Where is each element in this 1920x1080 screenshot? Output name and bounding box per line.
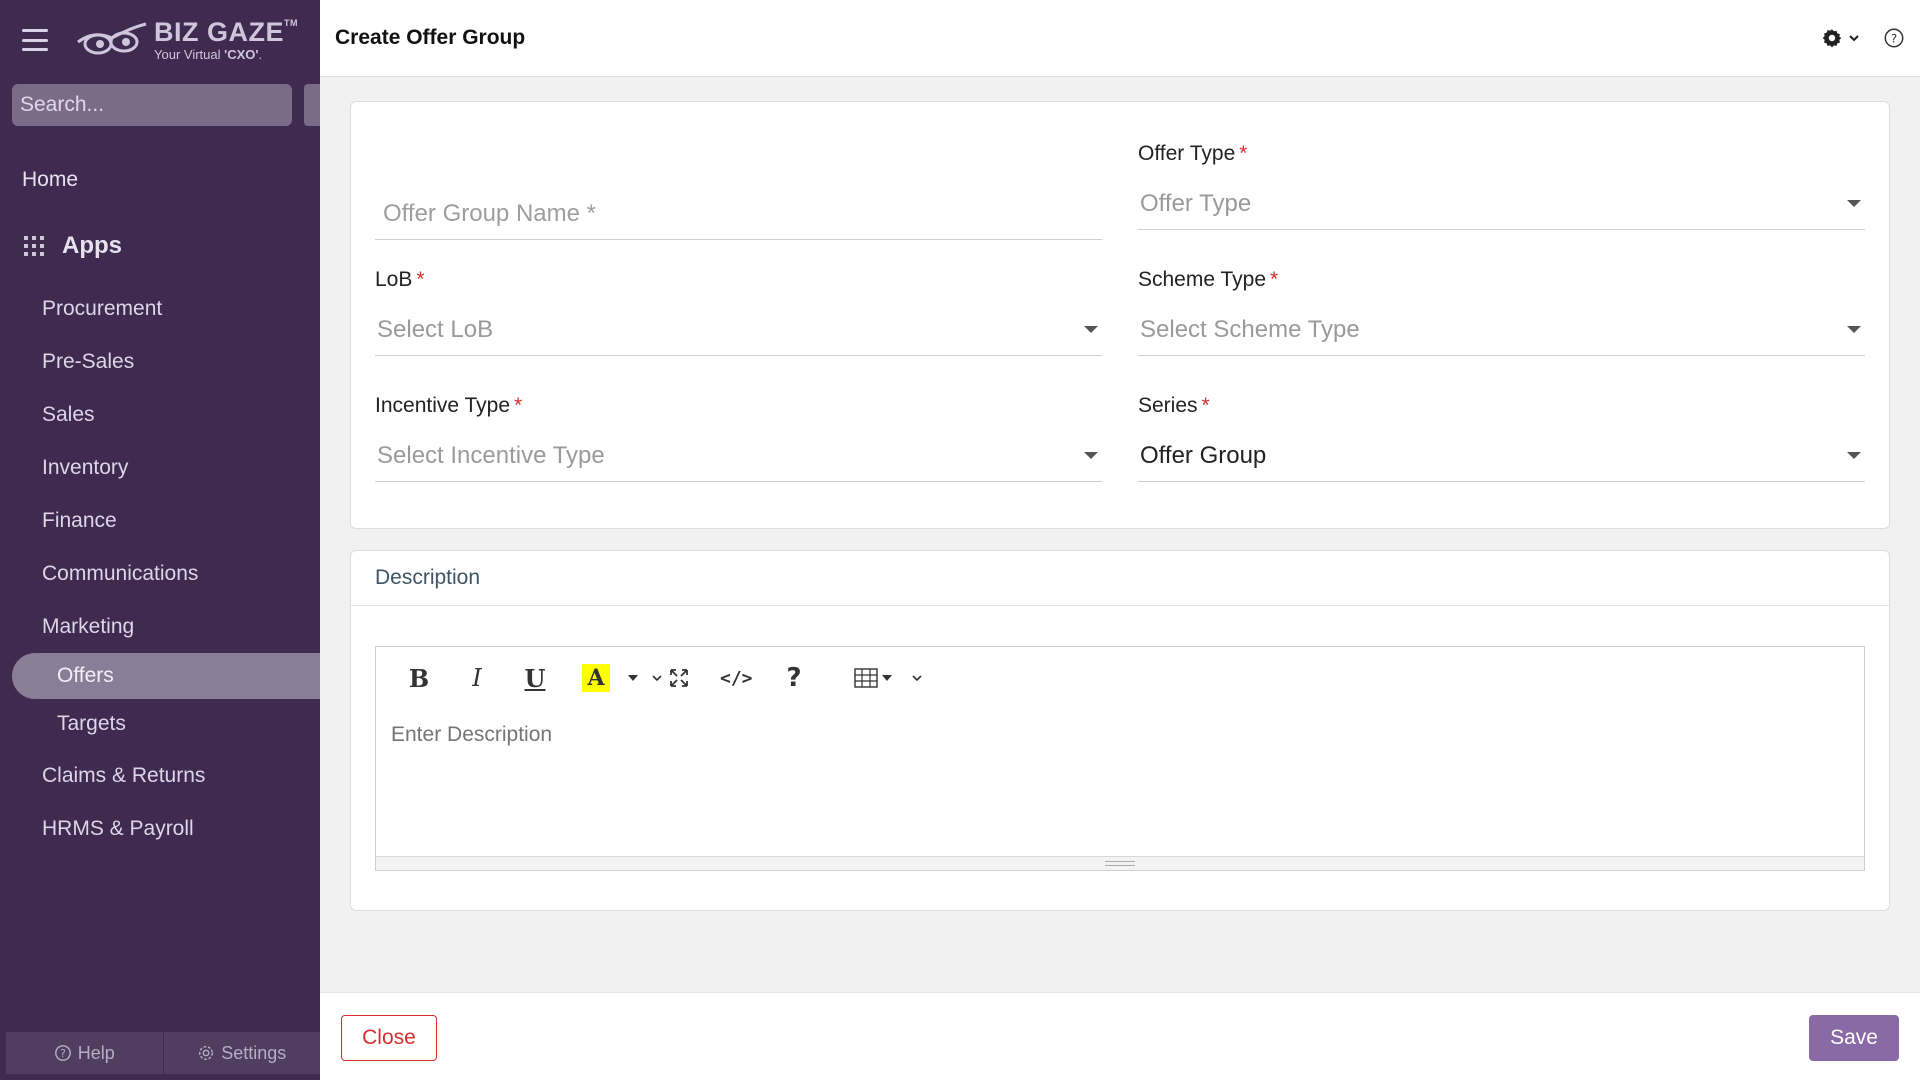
- series-label: Series: [1138, 394, 1198, 417]
- nav-item-communications[interactable]: Communications: [0, 547, 320, 600]
- brand-name: BIZ GAZETM: [154, 17, 298, 47]
- gear-icon: [199, 1045, 214, 1061]
- close-button[interactable]: Close: [341, 1015, 437, 1061]
- resize-grip-icon: [1105, 861, 1135, 866]
- save-button[interactable]: Save: [1809, 1015, 1899, 1061]
- svg-text:?: ?: [60, 1047, 66, 1060]
- lob-field: LoB * Select LoB: [375, 268, 1102, 356]
- settings-dropdown[interactable]: [1821, 27, 1861, 49]
- svg-text:?: ?: [1891, 32, 1897, 46]
- nav-app-list: Procurement Pre-Sales Sales Inventory Fi…: [0, 282, 320, 855]
- lob-label: LoB: [375, 268, 413, 291]
- nav-home[interactable]: Home: [0, 168, 320, 192]
- nav-item-marketing[interactable]: Marketing: [0, 600, 320, 653]
- owl-logo-icon: [77, 22, 147, 55]
- required-mark: *: [416, 268, 425, 291]
- series-field: Series * Offer Group: [1138, 394, 1865, 482]
- main-content: Create Offer Group ? Offer Type*: [320, 0, 1920, 1080]
- incentive-type-label: Incentive Type: [375, 394, 511, 417]
- caret-down-icon: [1847, 326, 1861, 333]
- text-color-button[interactable]: A: [582, 664, 610, 692]
- offer-group-form-card: Offer Type* Offer Type LoB* Select LoB S…: [350, 101, 1890, 529]
- nav-item-claims-returns[interactable]: Claims & Returns: [0, 749, 320, 802]
- code-view-button[interactable]: </>: [720, 668, 753, 689]
- caret-down-icon: [1084, 452, 1098, 459]
- help-label: Help: [77, 1042, 115, 1063]
- nav-apps[interactable]: Apps: [0, 232, 320, 260]
- page-header: Create Offer Group ?: [320, 0, 1920, 77]
- sidebar-header: BIZ GAZETM Your Virtual 'CXO'.: [0, 0, 320, 80]
- hamburger-menu-icon[interactable]: [22, 29, 48, 51]
- brand-tagline: Your Virtual 'CXO'.: [154, 47, 263, 62]
- sidebar-footer: ? Help Settings: [6, 1032, 320, 1074]
- scheme-type-field: Scheme Type * Select Scheme Type: [1138, 268, 1865, 356]
- editor-resize-handle[interactable]: [376, 856, 1864, 870]
- nav-item-pre-sales[interactable]: Pre-Sales: [0, 335, 320, 388]
- underline-button[interactable]: U: [518, 664, 552, 693]
- nav-item-sales[interactable]: Sales: [0, 388, 320, 441]
- apps-label: Apps: [62, 232, 122, 259]
- description-editor-area[interactable]: Enter Description: [376, 709, 1864, 761]
- lob-placeholder: Select LoB: [377, 315, 494, 343]
- nav-item-inventory[interactable]: Inventory: [0, 441, 320, 494]
- page-footer: Close Save: [320, 992, 1920, 1080]
- collapsed-panel-tab[interactable]: [304, 84, 320, 126]
- offer-group-name-field: [375, 162, 1102, 240]
- incentive-type-field: Incentive Type * Select Incentive Type: [375, 394, 1102, 482]
- required-mark: *: [514, 394, 523, 417]
- caret-down-icon: [1847, 200, 1861, 207]
- settings-label: Settings: [221, 1042, 287, 1063]
- lob-select[interactable]: Select LoB: [375, 304, 1102, 356]
- editor-help-button[interactable]: ?: [787, 663, 802, 693]
- description-card: Description B I U A </> ? Enter Descript…: [350, 550, 1890, 911]
- bold-button[interactable]: B: [402, 664, 436, 693]
- chevron-down-icon[interactable]: [650, 671, 664, 685]
- chevron-down-icon[interactable]: [910, 671, 924, 685]
- gear-icon: [1822, 29, 1842, 48]
- text-color-dropdown-icon[interactable]: [628, 675, 638, 681]
- nav-item-hrms-payroll[interactable]: HRMS & Payroll: [0, 802, 320, 855]
- sidebar-search: [12, 84, 292, 126]
- help-circle-icon: ?: [54, 1045, 71, 1061]
- incentive-type-select[interactable]: Select Incentive Type: [375, 430, 1102, 482]
- series-value: Offer Group: [1140, 441, 1267, 469]
- editor-toolbar: B I U A </> ?: [376, 647, 1864, 709]
- offer-type-select[interactable]: Offer Type: [1138, 178, 1865, 230]
- incentive-type-placeholder: Select Incentive Type: [377, 441, 605, 469]
- nav-item-procurement[interactable]: Procurement: [0, 282, 320, 335]
- italic-button[interactable]: I: [460, 664, 494, 692]
- caret-down-icon: [1847, 452, 1861, 459]
- page-title: Create Offer Group: [335, 26, 526, 49]
- scheme-type-placeholder: Select Scheme Type: [1140, 315, 1360, 343]
- required-mark: *: [1270, 268, 1279, 291]
- chevron-down-icon: [1849, 35, 1859, 42]
- offer-type-placeholder: Offer Type: [1140, 189, 1252, 217]
- caret-down-icon: [1084, 326, 1098, 333]
- help-icon[interactable]: ?: [1883, 27, 1905, 49]
- rich-text-editor: B I U A </> ? Enter Description: [375, 646, 1865, 871]
- table-dropdown-icon[interactable]: [881, 675, 892, 681]
- offer-type-label: Offer Type: [1138, 142, 1236, 165]
- help-button[interactable]: ? Help: [6, 1032, 163, 1074]
- sidebar: BIZ GAZETM Your Virtual 'CXO'. Home Apps…: [0, 0, 320, 1080]
- search-input[interactable]: [20, 93, 291, 117]
- scheme-type-select[interactable]: Select Scheme Type: [1138, 304, 1865, 356]
- offer-type-field: Offer Type * Offer Type: [1138, 142, 1865, 230]
- nav-item-finance[interactable]: Finance: [0, 494, 320, 547]
- required-mark: *: [1239, 142, 1248, 165]
- required-mark: *: [1201, 394, 1210, 417]
- nav-subitem-targets[interactable]: Targets: [0, 699, 320, 749]
- nav-subitem-offers[interactable]: Offers: [12, 653, 320, 699]
- series-select[interactable]: Offer Group: [1138, 430, 1865, 482]
- logo[interactable]: BIZ GAZETM Your Virtual 'CXO'.: [74, 19, 298, 61]
- apps-grid-icon: [24, 236, 44, 256]
- fullscreen-icon[interactable]: [668, 667, 690, 689]
- offer-group-name-input[interactable]: [377, 199, 1102, 228]
- settings-button[interactable]: Settings: [162, 1032, 321, 1074]
- table-icon[interactable]: [853, 668, 878, 688]
- scheme-type-label: Scheme Type: [1138, 268, 1267, 291]
- description-title: Description: [351, 551, 1889, 606]
